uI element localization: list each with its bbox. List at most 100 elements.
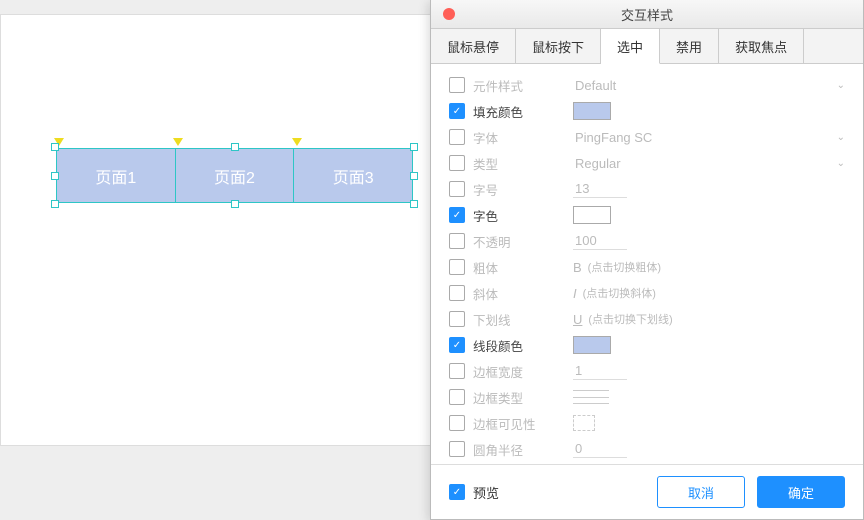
value-border-width[interactable]: 1	[573, 362, 627, 380]
value-widget-style[interactable]: Default	[573, 77, 627, 94]
row-italic: 斜体 I (点击切换斜体)	[449, 280, 845, 306]
row-underline: 下划线 U (点击切换下划线)	[449, 306, 845, 332]
chevron-down-icon[interactable]: ⌄	[837, 80, 845, 91]
resize-handle[interactable]	[410, 143, 418, 151]
row-widget-style: 元件样式 Default ⌄	[449, 72, 845, 98]
canvas[interactable]: 页面1 页面2 页面3	[0, 14, 432, 446]
checkbox-preview[interactable]	[449, 484, 465, 500]
row-text-color: 字色	[449, 202, 845, 228]
tab-mousedown[interactable]: 鼠标按下	[516, 29, 601, 63]
dialog-footer: 预览 取消 确定	[431, 464, 863, 519]
resize-handle[interactable]	[410, 200, 418, 208]
tab-focus[interactable]: 获取焦点	[719, 29, 804, 63]
dialog-title: 交互样式	[431, 5, 863, 24]
checkbox-fill-color[interactable]	[449, 103, 465, 119]
label: 斜体	[473, 284, 573, 303]
checkbox-line-color[interactable]	[449, 337, 465, 353]
hint: (点击切换粗体)	[588, 259, 661, 275]
checkbox-underline[interactable]	[449, 311, 465, 327]
dialog-titlebar[interactable]: 交互样式	[431, 0, 863, 29]
row-line-color: 线段颜色	[449, 332, 845, 358]
label: 类型	[473, 154, 573, 173]
row-border-type: 边框类型	[449, 384, 845, 410]
resize-handle[interactable]	[410, 172, 418, 180]
row-border-width: 边框宽度 1	[449, 358, 845, 384]
close-icon[interactable]	[443, 8, 455, 20]
label: 下划线	[473, 310, 573, 329]
checkbox-widget-style[interactable]	[449, 77, 465, 93]
canvas-tab-2[interactable]: 页面2	[176, 149, 295, 202]
tab-mouseover[interactable]: 鼠标悬停	[431, 29, 516, 63]
chevron-down-icon[interactable]: ⌄	[837, 132, 845, 143]
checkbox-border-type[interactable]	[449, 389, 465, 405]
canvas-tab-label: 页面3	[333, 164, 374, 188]
row-bold: 粗体 B (点击切换粗体)	[449, 254, 845, 280]
checkbox-italic[interactable]	[449, 285, 465, 301]
row-font-size: 字号 13	[449, 176, 845, 202]
value-opacity[interactable]: 100	[573, 232, 627, 250]
interaction-style-dialog: 交互样式 鼠标悬停 鼠标按下 选中 禁用 获取焦点 元件样式 Default ⌄ …	[430, 0, 864, 520]
row-font: 字体 PingFang SC ⌄	[449, 124, 845, 150]
checkbox-corner-radius[interactable]	[449, 441, 465, 457]
anchor-marker	[292, 138, 302, 146]
border-type-icon[interactable]	[573, 390, 609, 404]
canvas-tab-label: 页面1	[95, 164, 136, 188]
resize-handle[interactable]	[231, 143, 239, 151]
row-border-visibility: 边框可见性	[449, 410, 845, 436]
resize-handle[interactable]	[51, 143, 59, 151]
label: 不透明	[473, 232, 573, 251]
row-opacity: 不透明 100	[449, 228, 845, 254]
row-corner-radius: 圆角半径 0	[449, 436, 845, 462]
checkbox-type[interactable]	[449, 155, 465, 171]
ok-button[interactable]: 确定	[757, 476, 845, 508]
property-list[interactable]: 元件样式 Default ⌄ 填充颜色 字体 PingFang SC ⌄ 类型 Re…	[431, 64, 863, 464]
cancel-button[interactable]: 取消	[657, 476, 745, 508]
tab-selected[interactable]: 选中	[601, 29, 660, 64]
label: 线段颜色	[473, 336, 573, 355]
checkbox-font-size[interactable]	[449, 181, 465, 197]
label: 边框宽度	[473, 362, 573, 381]
label: 粗体	[473, 258, 573, 277]
value-font[interactable]: PingFang SC	[573, 129, 654, 146]
resize-handle[interactable]	[231, 200, 239, 208]
tab-disabled[interactable]: 禁用	[660, 29, 719, 63]
anchor-marker	[173, 138, 183, 146]
checkbox-border-width[interactable]	[449, 363, 465, 379]
label: 边框可见性	[473, 414, 573, 433]
line-color-swatch[interactable]	[573, 336, 611, 354]
state-tabs: 鼠标悬停 鼠标按下 选中 禁用 获取焦点	[431, 29, 863, 64]
checkbox-text-color[interactable]	[449, 207, 465, 223]
bold-icon[interactable]: B	[573, 260, 582, 275]
row-fill-color: 填充颜色	[449, 98, 845, 124]
label: 边框类型	[473, 388, 573, 407]
value-corner-radius[interactable]: 0	[573, 440, 627, 458]
canvas-tab-3[interactable]: 页面3	[294, 149, 412, 202]
canvas-tab-1[interactable]: 页面1	[57, 149, 176, 202]
row-type: 类型 Regular ⌄	[449, 150, 845, 176]
underline-icon[interactable]: U	[573, 312, 582, 327]
fill-color-swatch[interactable]	[573, 102, 611, 120]
label: 元件样式	[473, 76, 573, 95]
hint: (点击切换斜体)	[583, 285, 656, 301]
checkbox-bold[interactable]	[449, 259, 465, 275]
checkbox-border-visibility[interactable]	[449, 415, 465, 431]
text-color-swatch[interactable]	[573, 206, 611, 224]
canvas-tab-label: 页面2	[214, 164, 255, 188]
resize-handle[interactable]	[51, 172, 59, 180]
hint: (点击切换下划线)	[588, 311, 672, 327]
chevron-down-icon[interactable]: ⌄	[837, 158, 845, 169]
label: 圆角半径	[473, 440, 573, 459]
preview-label: 预览	[473, 483, 499, 502]
resize-handle[interactable]	[51, 200, 59, 208]
label: 字色	[473, 206, 573, 225]
italic-icon[interactable]: I	[573, 286, 577, 301]
label: 字号	[473, 180, 573, 199]
value-type[interactable]: Regular	[573, 155, 627, 172]
checkbox-opacity[interactable]	[449, 233, 465, 249]
value-font-size[interactable]: 13	[573, 180, 627, 198]
selection-group[interactable]: 页面1 页面2 页面3	[56, 148, 413, 203]
label: 字体	[473, 128, 573, 147]
label: 填充颜色	[473, 102, 573, 121]
border-visibility-icon[interactable]	[573, 415, 595, 431]
checkbox-font[interactable]	[449, 129, 465, 145]
